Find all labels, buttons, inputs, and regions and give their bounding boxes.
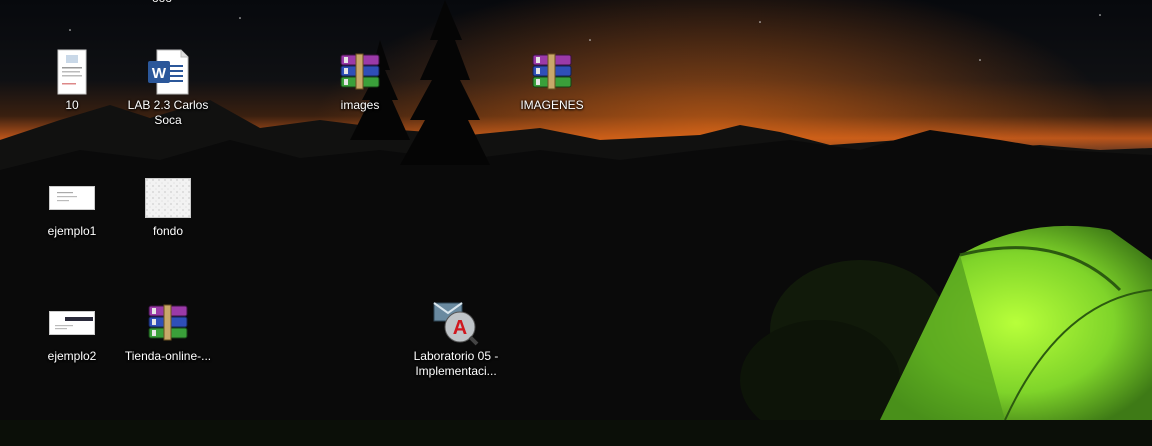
winrar-archive-icon [144,299,192,347]
word-document-icon: W [144,48,192,96]
desktop-icon-laboratorio-05[interactable]: A Laboratorio 05 - Implementaci... [410,295,502,391]
icon-label: fondo [152,224,184,238]
svg-text:W: W [152,65,167,82]
desktop-icon-10[interactable]: 10 [26,44,118,140]
image-thumb-icon [48,299,96,347]
svg-text:A: A [453,317,467,339]
icon-label: IMAGENES [520,98,584,112]
icon-label: 10 [65,98,79,112]
desktop-icon-imagenes[interactable]: IMAGENES [506,44,598,140]
icon-label: LAB 2.3 Carlos Soca [127,98,209,127]
desktop-icon-fondo[interactable]: fondo [122,170,214,266]
desktop-icon-ejemplo1[interactable]: ejemplo1 [26,170,118,266]
icon-label: images [340,98,380,112]
icon-label: ejemplo1 [47,224,97,238]
document-thumb-icon [48,48,96,96]
icon-label: Tienda-online-... [124,349,212,363]
icon-label: Laboratorio 05 - Implementaci... [413,349,499,378]
icon-label: ejemplo2 [47,349,97,363]
winrar-archive-icon [528,48,576,96]
image-thumb-icon [48,174,96,222]
winrar-archive-icon [336,48,384,96]
desktop-icon-tienda-online[interactable]: Tienda-online-... [122,295,214,391]
image-thumb-icon [144,174,192,222]
autocad-file-icon: A [432,299,480,347]
desktop-icon-images[interactable]: images [314,44,406,140]
partial-icon-label: ooo [152,0,172,5]
desktop-icon-lab-2-3-carlos-soca[interactable]: W LAB 2.3 Carlos Soca [122,44,214,140]
desktop-icon-ejemplo2[interactable]: ejemplo2 [26,295,118,391]
